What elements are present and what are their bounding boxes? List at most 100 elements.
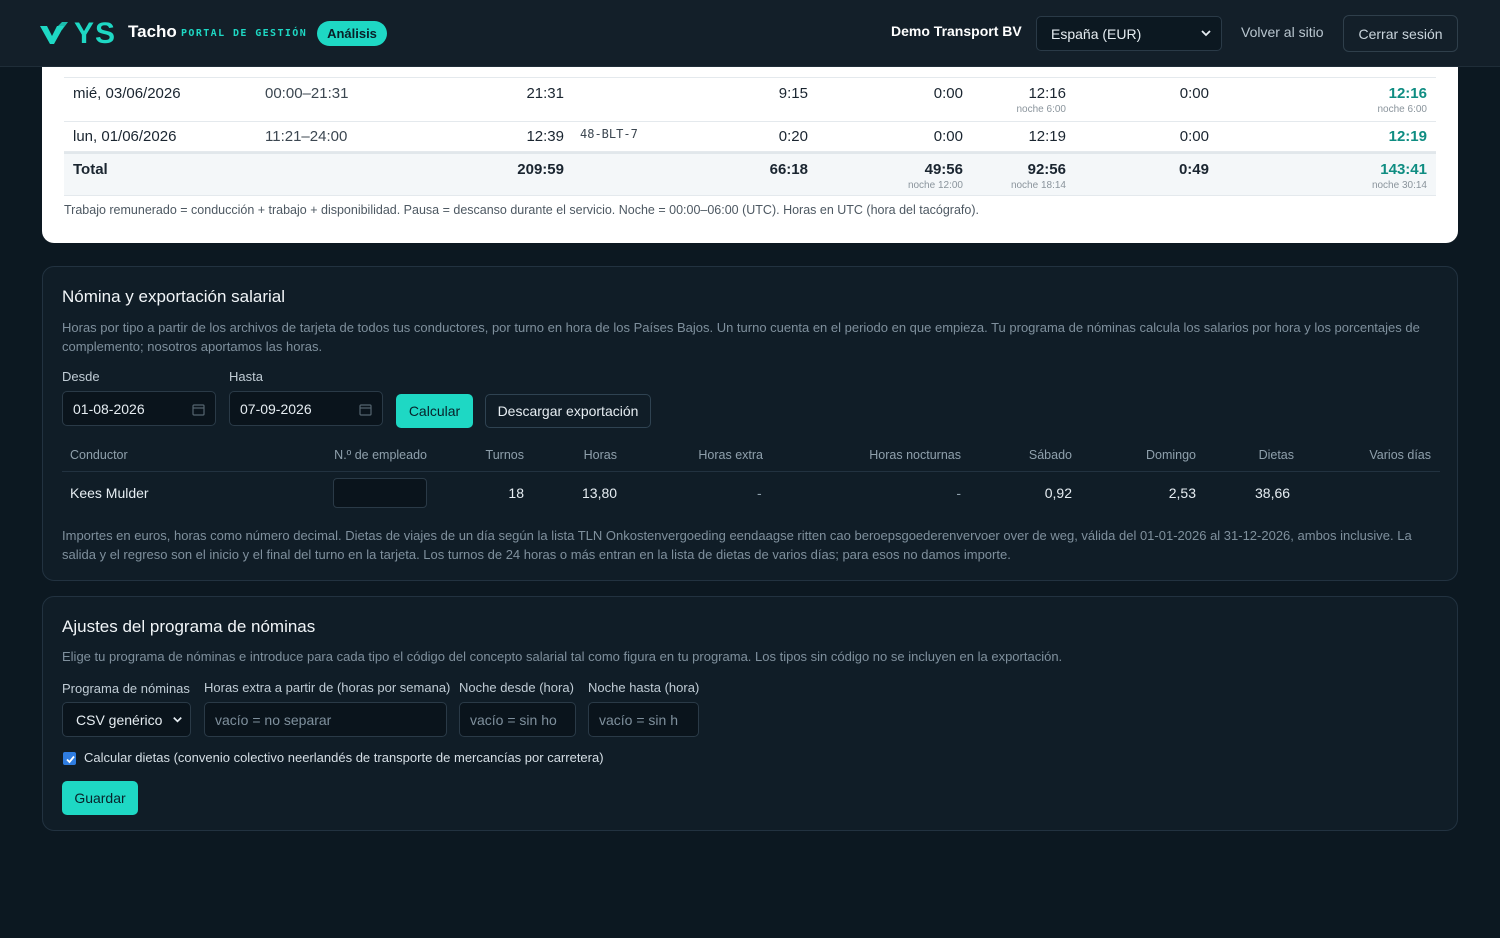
region-select-value: España (EUR) <box>1051 25 1142 42</box>
row-range: 00:00–21:31 <box>265 85 349 102</box>
col-driver: Conductor <box>70 448 128 462</box>
total-hours: 209:59 <box>517 161 564 178</box>
overtime-placeholder: vacío = no separar <box>215 711 332 728</box>
row-value-5: 12:19 <box>1388 128 1427 145</box>
chevron-down-icon <box>1201 30 1211 37</box>
payroll-description: Horas por tipo a partir de los archivos … <box>62 320 1420 354</box>
col-saturday: Sábado <box>1028 448 1072 462</box>
allowance-checkbox-label[interactable]: Calcular dietas (convenio colectivo neer… <box>84 750 604 765</box>
row-value-3: 12:16 <box>1028 85 1066 102</box>
from-date-value: 01-08-2026 <box>73 400 145 417</box>
from-label: Desde <box>62 369 100 384</box>
save-button[interactable]: Guardar <box>62 781 138 815</box>
saturday-value: 0,92 <box>1044 485 1072 501</box>
total-row: Total 209:59 66:18 49:56 noche 12:00 92:… <box>64 152 1436 196</box>
row-date: lun, 01/06/2026 <box>73 128 177 145</box>
region-select[interactable]: España (EUR) <box>1036 16 1222 51</box>
table-row: Kees Mulder 18 13,80 - - 0,92 2,53 38,66 <box>62 473 1440 515</box>
row-value-3-night: noche 6:00 <box>1016 104 1067 115</box>
settings-description: Elige tu programa de nóminas e introduce… <box>62 649 1063 664</box>
total-value-5: 143:41 <box>1380 161 1427 178</box>
col-allowance: Dietas <box>1258 448 1294 462</box>
row-value-5: 12:16 <box>1388 85 1427 102</box>
total-value-3: 92:56 <box>1027 161 1066 178</box>
total-value-4: 0:49 <box>1178 161 1209 178</box>
download-export-button[interactable]: Descargar exportación <box>485 394 651 428</box>
total-value-5-night: noche 30:14 <box>1371 180 1427 191</box>
logout-button[interactable]: Cerrar sesión <box>1343 15 1458 52</box>
total-value-3-night: noche 18:14 <box>1010 180 1066 191</box>
row-plate: 48-BLT-7 <box>580 127 638 141</box>
brand-subtitle: PORTAL DE GESTIÓN <box>181 28 308 39</box>
allowance-value: 38,66 <box>1255 485 1291 501</box>
employee-number-input[interactable] <box>333 478 427 508</box>
shifts-value: 18 <box>508 485 524 501</box>
night-from-label: Noche desde (hora) <box>459 680 574 695</box>
night-to-label: Noche hasta (hora) <box>588 680 700 695</box>
overtime-value: - <box>757 485 762 501</box>
row-total: 12:39 <box>526 128 564 145</box>
total-value-1: 66:18 <box>769 161 808 178</box>
table-row: mié, 03/06/2026 00:00–21:31 21:31 9:15 0… <box>64 78 1436 122</box>
total-value-2-night: noche 12:00 <box>907 180 963 191</box>
hours-value: 13,80 <box>582 485 618 501</box>
total-value-2: 49:56 <box>924 161 963 178</box>
calculate-button[interactable]: Calcular <box>396 394 473 428</box>
back-to-site-link[interactable]: Volver al sitio <box>1241 24 1323 40</box>
analysis-badge: Análisis <box>317 21 387 46</box>
col-employee-no: N.º de empleado <box>334 448 427 462</box>
col-shifts: Turnos <box>485 448 524 462</box>
row-value-4: 0:00 <box>1179 85 1209 102</box>
brand-name: Tacho <box>128 22 177 41</box>
row-value-2: 0:00 <box>933 85 963 102</box>
col-sunday: Domingo <box>1145 448 1196 462</box>
row-value-4: 0:00 <box>1179 128 1209 145</box>
program-label: Programa de nóminas <box>62 681 190 696</box>
row-range: 11:21–24:00 <box>265 128 348 145</box>
night-value: - <box>956 485 961 501</box>
night-to-placeholder: vacío = sin h <box>599 711 678 728</box>
program-select-value: CSV genérico <box>76 711 163 728</box>
col-hours: Horas <box>583 448 617 462</box>
row-value-3: 12:19 <box>1028 128 1066 145</box>
company-name: Demo Transport BV <box>891 23 1022 39</box>
top-bar: YS Tacho PORTAL DE GESTIÓN Análisis Demo… <box>0 0 1500 67</box>
row-value-2: 0:00 <box>933 128 963 145</box>
payroll-note: Importes en euros, horas como número dec… <box>62 528 1412 562</box>
night-to-input[interactable]: vacío = sin h <box>588 702 699 737</box>
settings-title: Ajustes del programa de nóminas <box>62 617 316 636</box>
driver-name: Kees Mulder <box>70 485 149 501</box>
row-value-1: 0:20 <box>778 128 808 145</box>
payroll-table-header: Conductor N.º de empleado Turnos Horas H… <box>62 444 1440 472</box>
check-icon <box>66 755 75 764</box>
row-total: 21:31 <box>526 85 564 102</box>
col-overtime: Horas extra <box>698 448 763 462</box>
logo-mark-icon <box>40 22 72 46</box>
chevron-down-icon <box>173 717 182 723</box>
from-date-input[interactable]: 01-08-2026 <box>62 391 216 426</box>
payroll-title: Nómina y exportación salarial <box>62 287 285 306</box>
night-from-placeholder: vacío = sin ho <box>470 711 557 728</box>
col-multiday: Varios días <box>1369 448 1431 462</box>
calendar-icon[interactable] <box>359 403 372 416</box>
col-night-hours: Horas nocturnas <box>869 448 961 462</box>
overtime-threshold-input[interactable]: vacío = no separar <box>204 702 447 737</box>
row-value-5-night: noche 6:00 <box>1377 104 1428 115</box>
table-row: lun, 01/06/2026 11:21–24:00 12:39 48-BLT… <box>64 122 1436 152</box>
allowance-checkbox[interactable] <box>63 752 76 765</box>
to-date-input[interactable]: 07-09-2026 <box>229 391 383 426</box>
to-date-value: 07-09-2026 <box>240 400 312 417</box>
calendar-icon[interactable] <box>192 403 205 416</box>
report-card: mié, 03/06/2026 00:00–21:31 21:31 9:15 0… <box>42 40 1458 243</box>
logo[interactable]: YS <box>40 19 116 49</box>
row-value-1: 9:15 <box>778 85 808 102</box>
total-label: Total <box>73 161 108 178</box>
logo-letters: YS <box>74 17 117 50</box>
row-date: mié, 03/06/2026 <box>73 85 181 102</box>
to-label: Hasta <box>229 369 263 384</box>
night-from-input[interactable]: vacío = sin ho <box>459 702 576 737</box>
sunday-value: 2,53 <box>1168 485 1196 501</box>
settings-panel: Ajustes del programa de nóminas Elige tu… <box>42 596 1458 831</box>
program-select[interactable]: CSV genérico <box>62 702 191 737</box>
payroll-panel: Nómina y exportación salarial Horas por … <box>42 266 1458 581</box>
